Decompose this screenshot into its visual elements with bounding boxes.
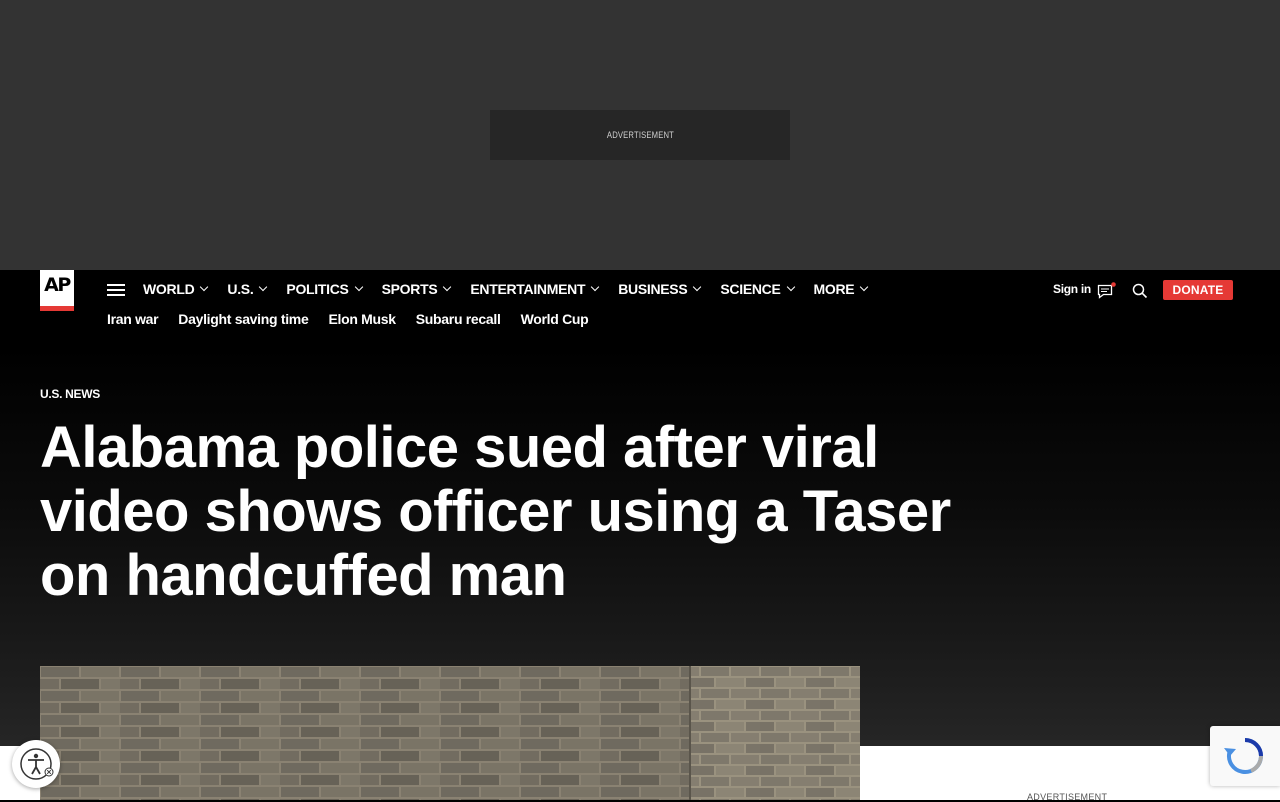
- chevron-down-icon: [786, 282, 795, 292]
- menu-icon[interactable]: [107, 284, 125, 297]
- ap-logo[interactable]: AP: [40, 270, 74, 311]
- top-ad-banner: ADVERTISEMENT: [0, 0, 1280, 270]
- nav-item-sports[interactable]: SPORTS: [382, 281, 452, 297]
- trending-links: Iran war Daylight saving time Elon Musk …: [107, 311, 608, 327]
- section-label[interactable]: U.S. NEWS: [40, 387, 100, 401]
- chevron-down-icon: [259, 282, 268, 292]
- logo-text: AP: [44, 274, 71, 296]
- search-icon[interactable]: [1132, 283, 1148, 299]
- chat-icon[interactable]: [1097, 282, 1117, 300]
- page-title: Alabama police sued after viral video sh…: [40, 415, 951, 608]
- chevron-down-icon: [354, 282, 363, 292]
- chevron-down-icon: [200, 282, 209, 292]
- nav-item-more[interactable]: MORE: [814, 281, 869, 297]
- trending-link[interactable]: Iran war: [107, 311, 159, 327]
- site-header: AP WORLD U.S. POLITICS SPORTS ENTERTAINM…: [0, 270, 1280, 346]
- nav-item-business[interactable]: BUSINESS: [618, 281, 702, 297]
- trending-link[interactable]: Elon Musk: [328, 311, 396, 327]
- logo-red-bar: [40, 306, 74, 311]
- trending-link[interactable]: Subaru recall: [416, 311, 501, 327]
- recaptcha-icon[interactable]: [1210, 726, 1280, 786]
- nav-item-world[interactable]: WORLD: [143, 281, 209, 297]
- sidebar-ad-label: ADVERTISEMENT: [1027, 792, 1108, 802]
- chevron-down-icon: [693, 282, 702, 292]
- chevron-down-icon: [590, 282, 600, 292]
- accessibility-icon[interactable]: [12, 740, 60, 788]
- nav-item-science[interactable]: SCIENCE: [720, 281, 795, 297]
- ad-label: ADVERTISEMENT: [606, 130, 674, 140]
- lead-photo[interactable]: [40, 666, 860, 800]
- trending-link[interactable]: Daylight saving time: [178, 311, 308, 327]
- nav-item-politics[interactable]: POLITICS: [286, 281, 363, 297]
- chevron-down-icon: [443, 282, 452, 292]
- trending-link[interactable]: World Cup: [521, 311, 589, 327]
- main-nav: WORLD U.S. POLITICS SPORTS ENTERTAINMENT…: [143, 281, 887, 297]
- donate-button[interactable]: DONATE: [1163, 280, 1233, 300]
- chevron-down-icon: [860, 282, 869, 292]
- nav-item-us[interactable]: U.S.: [227, 281, 268, 297]
- sign-in-link[interactable]: Sign in: [1053, 282, 1091, 296]
- nav-item-entertainment[interactable]: ENTERTAINMENT: [470, 281, 600, 297]
- ad-placeholder[interactable]: ADVERTISEMENT: [490, 110, 790, 160]
